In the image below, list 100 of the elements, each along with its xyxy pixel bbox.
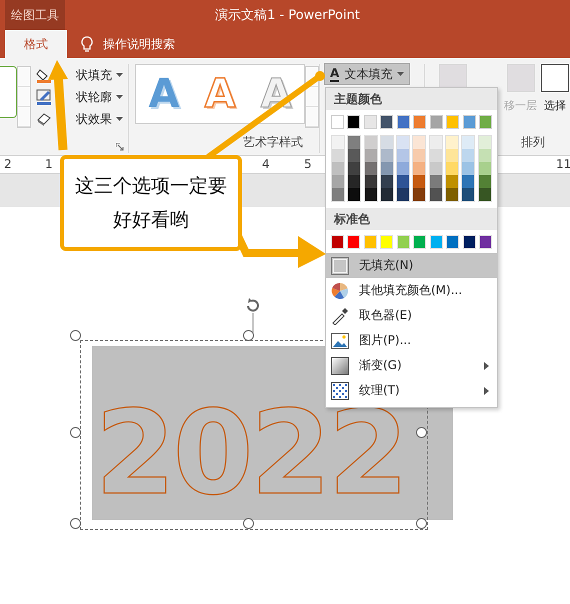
color-swatch[interactable] xyxy=(397,149,410,162)
color-swatch[interactable] xyxy=(348,188,360,201)
color-swatch[interactable] xyxy=(462,235,476,249)
color-swatch[interactable] xyxy=(430,175,442,188)
color-swatch[interactable] xyxy=(462,162,474,175)
resize-handle[interactable] xyxy=(416,518,427,529)
dialog-launcher-icon[interactable] xyxy=(116,143,124,151)
color-swatch[interactable] xyxy=(380,188,393,201)
color-swatch[interactable] xyxy=(364,235,377,249)
color-swatch[interactable] xyxy=(446,162,458,175)
menu-item[interactable]: 无填充(N) xyxy=(326,253,497,278)
color-swatch[interactable] xyxy=(478,188,491,201)
color-swatch[interactable] xyxy=(478,149,491,162)
color-swatch[interactable] xyxy=(446,188,458,201)
color-swatch[interactable] xyxy=(430,115,443,129)
color-swatch[interactable] xyxy=(462,149,474,162)
color-swatch[interactable] xyxy=(348,162,360,175)
color-swatch[interactable] xyxy=(413,136,426,149)
section-heading: 标准色 xyxy=(326,208,497,230)
color-swatch[interactable] xyxy=(446,235,460,249)
color-swatch[interactable] xyxy=(446,136,458,149)
ruler-number: 2 xyxy=(4,157,12,171)
color-swatch[interactable] xyxy=(413,235,426,249)
color-swatch[interactable] xyxy=(380,235,394,249)
color-swatch[interactable] xyxy=(380,115,394,129)
color-swatch[interactable] xyxy=(397,175,410,188)
color-swatch[interactable] xyxy=(348,175,360,188)
color-swatch[interactable] xyxy=(397,162,410,175)
color-swatch[interactable] xyxy=(380,149,393,162)
color-swatch[interactable] xyxy=(380,136,393,149)
color-swatch[interactable] xyxy=(380,175,393,188)
resize-handle[interactable] xyxy=(243,518,254,529)
color-swatch[interactable] xyxy=(446,115,460,129)
resize-handle[interactable] xyxy=(70,330,81,341)
submenu-arrow-icon xyxy=(484,362,489,370)
color-swatch[interactable] xyxy=(332,188,344,201)
color-swatch[interactable] xyxy=(332,136,344,149)
color-swatch[interactable] xyxy=(430,136,442,149)
color-swatch[interactable] xyxy=(478,175,491,188)
resize-handle[interactable] xyxy=(70,518,81,529)
gradient-square-icon xyxy=(331,356,349,374)
color-wheel-icon xyxy=(331,282,349,300)
color-swatch[interactable] xyxy=(348,149,360,162)
color-swatch[interactable] xyxy=(332,175,344,188)
ruler-number: 11 xyxy=(556,157,570,171)
resize-handle[interactable] xyxy=(70,427,81,438)
color-swatch[interactable] xyxy=(364,136,377,149)
color-swatch[interactable] xyxy=(380,162,393,175)
color-swatch[interactable] xyxy=(430,235,443,249)
color-swatch[interactable] xyxy=(462,115,476,129)
color-swatch[interactable] xyxy=(479,115,492,129)
color-swatch[interactable] xyxy=(413,188,426,201)
color-swatch[interactable] xyxy=(430,149,442,162)
arrange-command[interactable]: 选择 xyxy=(544,98,566,113)
menu-item[interactable]: 其他填充颜色(M)... xyxy=(326,278,497,303)
color-swatch[interactable] xyxy=(364,175,377,188)
tell-me-search[interactable]: 操作说明搜索 xyxy=(103,36,175,52)
shape-format-command[interactable]: 状轮廓 xyxy=(76,88,123,106)
color-swatch[interactable] xyxy=(396,115,410,129)
color-swatch[interactable] xyxy=(348,136,360,149)
resize-handle[interactable] xyxy=(243,330,254,341)
color-swatch[interactable] xyxy=(364,115,377,129)
color-swatch[interactable] xyxy=(430,162,442,175)
color-swatch[interactable] xyxy=(413,115,426,129)
color-swatch[interactable] xyxy=(331,115,344,129)
color-swatch[interactable] xyxy=(446,149,458,162)
color-swatch[interactable] xyxy=(397,188,410,201)
shape-format-command[interactable]: 状填充 xyxy=(76,66,123,84)
color-swatch[interactable] xyxy=(396,235,410,249)
color-swatch[interactable] xyxy=(364,149,377,162)
color-swatch[interactable] xyxy=(478,136,491,149)
color-swatch[interactable] xyxy=(413,162,426,175)
shape-format-command[interactable]: 状效果 xyxy=(76,110,123,128)
color-swatch[interactable] xyxy=(347,115,360,129)
text-fill-button[interactable]: A 文本填充 xyxy=(324,63,410,85)
color-swatch[interactable] xyxy=(332,162,344,175)
color-swatch[interactable] xyxy=(446,175,458,188)
ribbon-tab[interactable]: 格式 xyxy=(5,30,67,58)
pencil-icon xyxy=(36,89,52,105)
window-title: 演示文稿1 - PowerPoint xyxy=(214,7,361,24)
color-swatch[interactable] xyxy=(364,162,377,175)
color-swatch[interactable] xyxy=(397,136,410,149)
color-swatch[interactable] xyxy=(479,235,492,249)
color-swatch[interactable] xyxy=(413,149,426,162)
color-swatch[interactable] xyxy=(347,235,360,249)
color-swatch[interactable] xyxy=(413,175,426,188)
menu-item[interactable]: 取色器(E) xyxy=(326,303,497,328)
color-swatch[interactable] xyxy=(462,188,474,201)
color-swatch[interactable] xyxy=(462,136,474,149)
color-swatch[interactable] xyxy=(462,175,474,188)
group-label: 艺术字样式 xyxy=(243,134,304,151)
color-swatch[interactable] xyxy=(331,235,344,249)
texture-square-icon xyxy=(331,382,349,400)
color-swatch[interactable] xyxy=(478,162,491,175)
shape-style-gallery[interactable] xyxy=(0,66,17,118)
gallery-scrollbar[interactable] xyxy=(17,66,31,128)
color-swatch[interactable] xyxy=(332,149,344,162)
color-swatch[interactable] xyxy=(364,188,377,201)
color-swatch[interactable] xyxy=(430,188,442,201)
rotate-handle-icon[interactable] xyxy=(244,297,262,333)
